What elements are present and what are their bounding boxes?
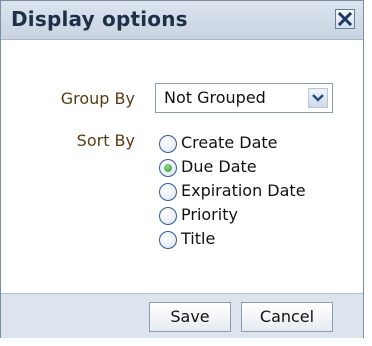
radio-label: Priority (181, 205, 238, 224)
radio-selected-dot (164, 164, 172, 172)
cancel-button[interactable]: Cancel (241, 302, 333, 332)
radio-label: Due Date (181, 157, 257, 176)
group-by-select[interactable]: Not Grouped (155, 83, 333, 113)
group-by-label: Group By (60, 89, 135, 108)
group-by-selected-value: Not Grouped (164, 88, 266, 107)
display-options-dialog: Display options Group By Not Grouped Sor… (0, 0, 364, 338)
sort-by-label: Sort By (76, 131, 135, 150)
radio-label: Create Date (181, 133, 278, 152)
radio-button[interactable] (159, 207, 177, 225)
radio-label: Expiration Date (181, 181, 306, 200)
radio-button[interactable] (159, 135, 177, 153)
radio-label: Title (181, 229, 216, 248)
chevron-down-icon (312, 94, 324, 102)
dialog-title: Display options (11, 7, 188, 31)
save-button[interactable]: Save (149, 302, 231, 332)
dialog-titlebar[interactable]: Display options (1, 1, 363, 40)
dropdown-arrow-button[interactable] (308, 88, 328, 108)
radio-button[interactable] (159, 183, 177, 201)
close-icon (338, 12, 352, 26)
dialog-footer: Save Cancel (1, 293, 363, 338)
close-button[interactable] (335, 9, 355, 29)
radio-button[interactable] (159, 231, 177, 249)
radio-button[interactable] (159, 159, 177, 177)
